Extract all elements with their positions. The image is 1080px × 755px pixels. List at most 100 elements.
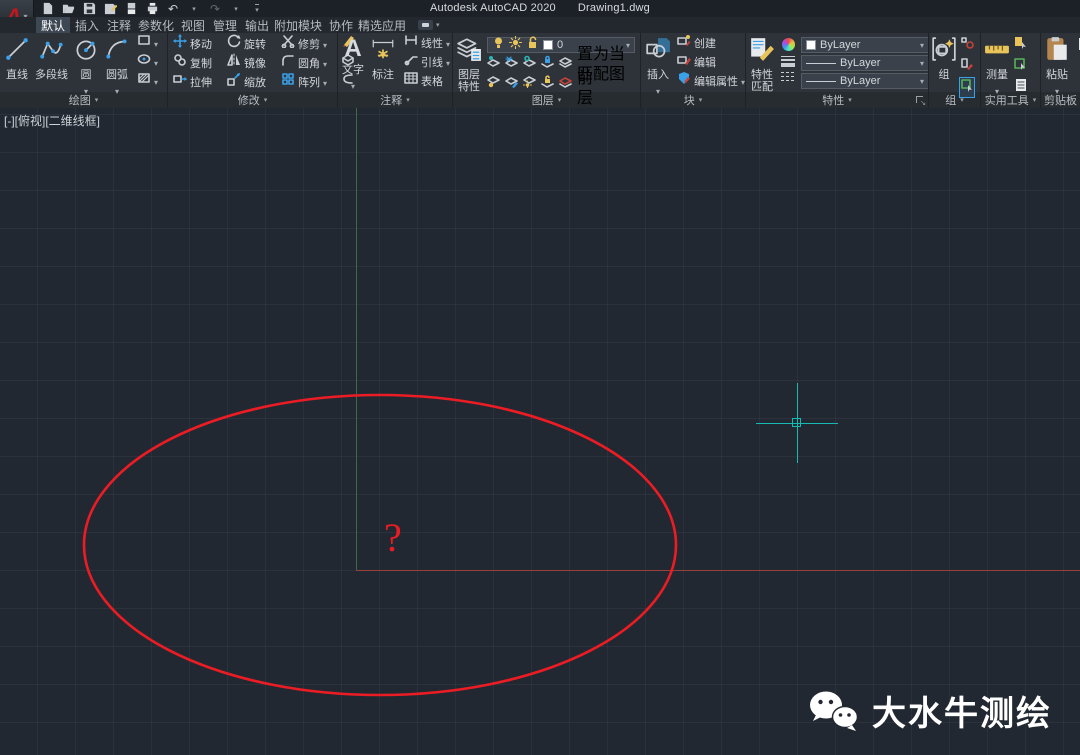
lineweight-icon[interactable] [781, 56, 795, 67]
edit-block-button[interactable]: 编辑 [677, 52, 745, 71]
select-all-icon[interactable] [1014, 57, 1028, 76]
color-wheel-icon[interactable] [782, 38, 795, 51]
line-button[interactable]: 直线 [4, 33, 30, 81]
workspace-icon[interactable]: ▾ [418, 20, 440, 30]
cut-icon[interactable] [1076, 37, 1080, 56]
utilities-panel-label[interactable]: 实用工具▾ [981, 92, 1040, 108]
redo-caret-icon[interactable]: ▾ [229, 2, 243, 15]
open-folder-button[interactable] [61, 2, 75, 15]
save-as-button[interactable] [103, 2, 117, 15]
linear-dim-button[interactable]: 线性 [404, 33, 450, 52]
linetype-icon[interactable] [781, 72, 795, 81]
text-button[interactable]: A 文字 [342, 33, 364, 94]
layers-panel-label[interactable]: 图层▾ [453, 92, 640, 108]
tab-parametric[interactable]: 参数化 [136, 17, 176, 33]
tab-output[interactable]: 输出 [242, 17, 272, 33]
modify-panel-label[interactable]: 修改▾ [168, 92, 337, 108]
stretch-icon [173, 72, 187, 91]
layer-walk-icon[interactable] [487, 75, 500, 93]
trim-caret-icon[interactable] [323, 35, 327, 53]
layer-freeze-icon[interactable] [505, 55, 518, 73]
layer-isolate-icon[interactable] [487, 55, 500, 73]
polyline-button[interactable]: 多段线 [35, 33, 68, 81]
tab-addins[interactable]: 附加模块 [274, 17, 322, 33]
array-button[interactable]: 阵列 [281, 72, 335, 91]
drawing-canvas[interactable]: ? [-][俯视][二维线框] 大水牛测绘 [0, 108, 1080, 755]
array-caret-icon[interactable] [323, 73, 327, 91]
match-properties-button[interactable]: 特性 匹配 [749, 33, 775, 93]
tab-insert[interactable]: 插入 [72, 17, 102, 33]
tab-default[interactable]: 默认 [36, 17, 70, 33]
tab-view[interactable]: 视图 [178, 17, 208, 33]
rotate-button[interactable]: 旋转 [227, 34, 275, 53]
leader-caret-icon[interactable] [446, 53, 450, 71]
properties-panel-label[interactable]: 特性▾ [746, 92, 928, 108]
viewport-controls-label[interactable]: [-][俯视][二维线框] [4, 112, 100, 129]
rectangle-caret-icon[interactable] [154, 34, 158, 52]
linetype-dropdown[interactable]: ByLayer ▾ [801, 73, 929, 89]
mirror-button[interactable]: 镜像 [227, 53, 275, 72]
lineweight-dropdown[interactable]: ByLayer ▾ [801, 55, 929, 71]
layer-thaw-icon[interactable] [523, 75, 536, 93]
tab-manage[interactable]: 管理 [210, 17, 240, 33]
annotate-panel-label[interactable]: 注释▾ [338, 92, 452, 108]
ungroup-icon[interactable] [960, 36, 974, 55]
ellipse-button[interactable] [137, 52, 158, 71]
object-color-dropdown[interactable]: ByLayer ▾ [801, 37, 929, 53]
rectangle-button[interactable] [137, 33, 158, 52]
tab-collaborate[interactable]: 协作 [326, 17, 356, 33]
dimension-button[interactable]: 标注 [370, 33, 396, 81]
layer-edit-icon[interactable] [505, 75, 518, 93]
qat-customize-button[interactable]: ▾ [250, 2, 264, 15]
tab-featured-apps[interactable]: 精选应用 [358, 17, 406, 33]
stretch-button[interactable]: 拉伸 [173, 72, 221, 91]
drawn-ellipse[interactable] [0, 108, 1080, 755]
layer-unlock2-icon[interactable] [541, 75, 554, 93]
redo-button[interactable]: ↷ [208, 2, 222, 15]
move-button[interactable]: 移动 [173, 34, 221, 53]
leader-button[interactable]: 引线 [404, 52, 450, 71]
save-button[interactable] [82, 2, 96, 15]
scale-button[interactable]: 缩放 [227, 72, 275, 91]
ellipse-caret-icon[interactable] [154, 53, 158, 71]
group-edit-icon[interactable] [960, 57, 974, 76]
properties-dialog-launcher[interactable] [916, 96, 925, 105]
trim-button[interactable]: 修剪 [281, 34, 335, 53]
app-title: Autodesk AutoCAD 2020 [430, 2, 556, 14]
circle-button[interactable]: 圆 [73, 33, 99, 99]
insert-block-button[interactable]: 插入 [645, 33, 671, 99]
hatch-caret-icon[interactable] [154, 72, 158, 90]
table-button[interactable]: 表格 [404, 71, 450, 90]
create-block-button[interactable]: 创建 [677, 33, 745, 52]
layer-lock-icon[interactable] [541, 55, 554, 73]
plot-button[interactable] [124, 2, 138, 15]
draw-panel-label[interactable]: 绘图▾ [0, 92, 167, 108]
group-panel-label[interactable]: 组▾ [929, 92, 980, 108]
undo-caret-icon[interactable]: ▾ [187, 2, 201, 15]
layer-color-swatch [543, 40, 553, 50]
print-button[interactable] [145, 2, 159, 15]
panel-block: 插入 创建 编辑 编辑属性 块▾ [641, 33, 745, 108]
linear-caret-icon[interactable] [446, 34, 450, 52]
undo-button[interactable]: ↶ [166, 2, 180, 15]
rotate-icon [227, 34, 241, 53]
fillet-caret-icon[interactable] [323, 54, 327, 72]
measure-button[interactable]: 测量 [984, 33, 1010, 99]
copy-button[interactable]: 复制 [173, 53, 221, 72]
paste-button[interactable]: 粘贴 [1044, 33, 1070, 99]
match-layer-icon[interactable] [559, 75, 572, 93]
fillet-button[interactable]: 圆角 [281, 53, 335, 72]
group-button[interactable]: 组 [931, 33, 957, 81]
arc-button[interactable]: 圆弧 [104, 33, 130, 99]
new-file-button[interactable] [40, 2, 54, 15]
layer-properties-button[interactable]: 图层 特性 [456, 33, 482, 93]
tab-annotate[interactable]: 注释 [104, 17, 134, 33]
edit-attributes-button[interactable]: 编辑属性 [677, 71, 745, 90]
hatch-button[interactable] [137, 71, 158, 90]
make-current-icon[interactable] [559, 55, 572, 73]
quick-select-icon[interactable] [1014, 36, 1028, 55]
layer-off-icon[interactable] [523, 55, 536, 73]
layer-properties-icon [456, 36, 482, 67]
clipboard-panel-label[interactable]: 剪贴板 [1041, 92, 1080, 108]
block-panel-label[interactable]: 块▾ [641, 92, 745, 108]
